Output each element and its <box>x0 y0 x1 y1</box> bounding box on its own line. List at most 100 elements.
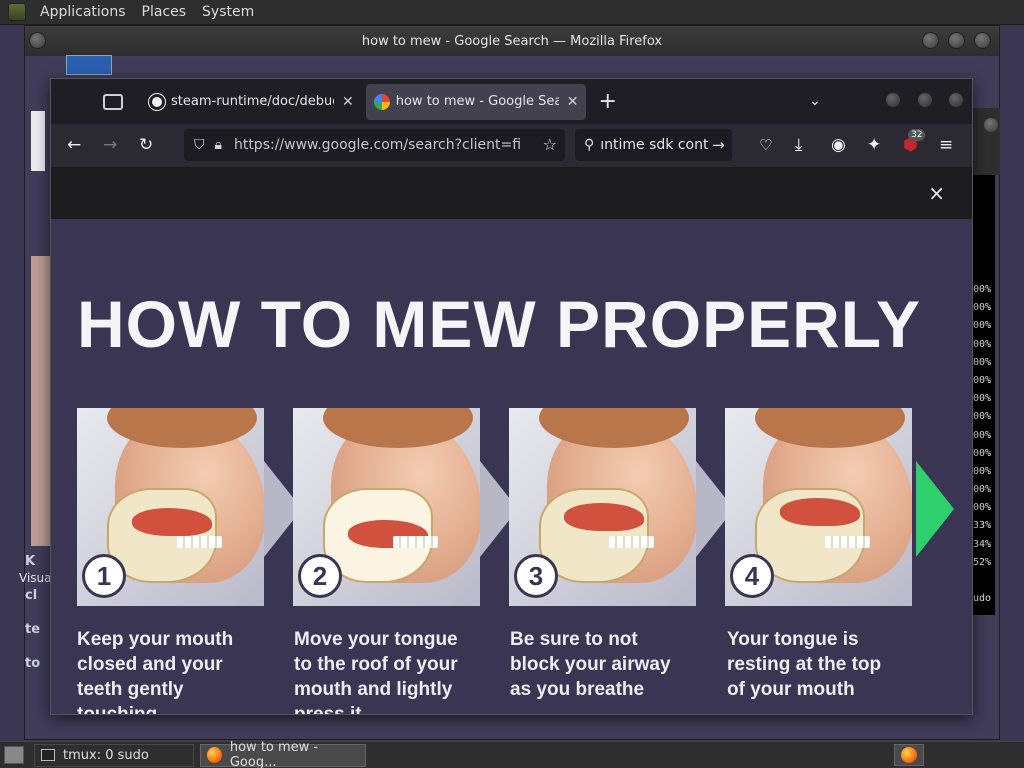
close-window-button[interactable] <box>974 32 991 49</box>
terminal-line: 00% <box>973 356 992 368</box>
reload-icon[interactable]: ↻ <box>139 135 153 155</box>
step-panel-1: 1 <box>77 408 264 606</box>
minimize-button[interactable] <box>885 92 901 108</box>
step-caption: Keep your mouth closed and your teeth ge… <box>77 629 234 715</box>
search-bar[interactable]: ⚲ ıntime sdk cont → <box>575 129 732 161</box>
close-icon[interactable]: × <box>928 181 945 205</box>
tab-google-search[interactable]: how to mew - Google Search ✕ <box>365 83 587 120</box>
nav-bar: ← → ↻ ⛉ 🔒︎ https://www.google.com/search… <box>51 124 972 167</box>
outer-titlebar[interactable]: how to mew - Google Search — Mozilla Fir… <box>25 26 999 56</box>
system-logo-icon[interactable] <box>8 3 26 21</box>
firefox-window: steam-runtime/doc/debug- ✕ how to mew - … <box>50 78 973 715</box>
back-arrow-icon[interactable]: ← <box>67 135 81 155</box>
tongue-illustration <box>564 503 644 531</box>
taskbar: tmux: 0 sudo how to mew - Goog... <box>0 740 1024 768</box>
step-caption: Your tongue is resting at the top of you… <box>727 629 882 700</box>
thumbnail-image <box>66 55 112 75</box>
system-menu[interactable]: System <box>194 0 262 25</box>
task-tmux[interactable]: tmux: 0 sudo <box>34 743 194 767</box>
url-text[interactable]: https://www.google.com/search?client=fir… <box>234 137 520 153</box>
tab-title: how to mew - Google Search <box>395 94 559 109</box>
new-tab-icon[interactable]: + <box>598 90 616 113</box>
terminal-icon <box>41 749 55 761</box>
tongue-illustration <box>132 508 212 536</box>
terminal-window-button[interactable] <box>984 118 998 132</box>
tongue-illustration <box>780 498 860 526</box>
chevron-down-icon[interactable]: ⌄ <box>809 93 821 109</box>
task-label: tmux: 0 sudo <box>63 747 149 763</box>
show-desktop-icon[interactable] <box>4 746 24 764</box>
step-panel-4: 4 <box>725 408 912 606</box>
lock-icon[interactable]: 🔒︎ <box>215 137 222 153</box>
step-number: 3 <box>514 554 558 598</box>
account-icon[interactable]: ◉ <box>831 135 846 155</box>
terminal-line: 00% <box>973 393 992 405</box>
url-bar[interactable]: ⛉ 🔒︎ https://www.google.com/search?clien… <box>184 129 565 161</box>
close-tab-icon[interactable]: ✕ <box>342 94 354 110</box>
terminal-line: 52% <box>973 556 992 568</box>
maximize-button[interactable] <box>948 32 965 49</box>
terminal-line: 33% <box>973 520 992 532</box>
search-input[interactable]: ıntime sdk cont <box>600 137 712 153</box>
terminal-line: 00% <box>973 284 992 295</box>
teeth-illustration <box>393 536 438 548</box>
search-icon: ⚲ <box>584 137 595 153</box>
terminal-line: 00% <box>973 484 992 496</box>
maximize-button[interactable] <box>917 92 933 108</box>
terminal-line: 00% <box>973 502 992 514</box>
terminal-line: 00% <box>973 302 992 314</box>
firefox-icon <box>901 747 917 763</box>
partial-text: cl <box>25 588 38 603</box>
terminal-line: 00% <box>973 447 992 459</box>
close-tab-icon[interactable]: ✕ <box>567 94 579 110</box>
teeth-illustration <box>609 536 654 548</box>
hamburger-menu-icon[interactable]: ≡ <box>939 135 953 155</box>
forward-arrow-icon[interactable]: → <box>103 135 117 155</box>
partial-text: K <box>25 554 36 569</box>
step-caption: Be sure to not block your airway as you … <box>510 629 671 700</box>
firefox-view-icon[interactable] <box>103 93 123 110</box>
downloads-icon[interactable]: ⤓ <box>795 135 803 155</box>
top-panel: Applications Places System <box>0 0 1024 25</box>
partial-glyph <box>31 111 45 171</box>
step-number: 2 <box>298 554 342 598</box>
terminal-line: 00% <box>973 411 992 423</box>
google-icon <box>373 93 390 110</box>
extensions-icon[interactable]: ✦ <box>867 135 881 155</box>
window-menu-button[interactable] <box>29 32 46 49</box>
search-go-arrow-icon[interactable]: → <box>712 136 725 154</box>
terminal-line: 00% <box>973 374 992 386</box>
tab-github[interactable]: steam-runtime/doc/debug- ✕ <box>141 84 362 120</box>
left-partial-content: K cl te to <box>25 106 51 716</box>
window-title: how to mew - Google Search — Mozilla Fir… <box>361 33 663 49</box>
close-window-button[interactable] <box>948 92 964 108</box>
tray-firefox-launcher[interactable] <box>894 744 924 766</box>
partial-label: Visua <box>19 571 52 585</box>
shield-icon[interactable]: ⛉ <box>194 137 205 153</box>
step-number: 1 <box>82 554 126 598</box>
step-panel-3: 3 <box>509 408 696 606</box>
bookmark-star-icon[interactable]: ☆ <box>543 135 557 154</box>
partial-image <box>31 256 51 546</box>
tab-title: steam-runtime/doc/debug- <box>171 94 334 109</box>
terminal-line: 00% <box>973 465 992 477</box>
github-icon <box>149 93 165 110</box>
partial-text: te <box>25 622 41 637</box>
places-menu[interactable]: Places <box>134 0 195 25</box>
applications-menu[interactable]: Applications <box>32 0 134 25</box>
step-caption: Move your tongue to the roof of your mou… <box>294 629 458 715</box>
partial-text: to <box>25 656 41 671</box>
terminal-line: 00% <box>973 320 992 332</box>
teeth-illustration <box>177 536 222 548</box>
task-firefox[interactable]: how to mew - Goog... <box>200 740 366 768</box>
tab-bar: steam-runtime/doc/debug- ✕ how to mew - … <box>51 79 972 124</box>
pocket-icon[interactable]: ♡ <box>759 135 772 155</box>
ublock-count-badge: 32 <box>908 129 926 141</box>
next-arrow-icon[interactable] <box>916 461 954 557</box>
step-number: 4 <box>730 554 774 598</box>
firefox-icon <box>207 747 222 763</box>
teeth-illustration <box>825 536 870 548</box>
terminal-line: 34% <box>973 538 992 550</box>
minimize-button[interactable] <box>922 32 939 49</box>
